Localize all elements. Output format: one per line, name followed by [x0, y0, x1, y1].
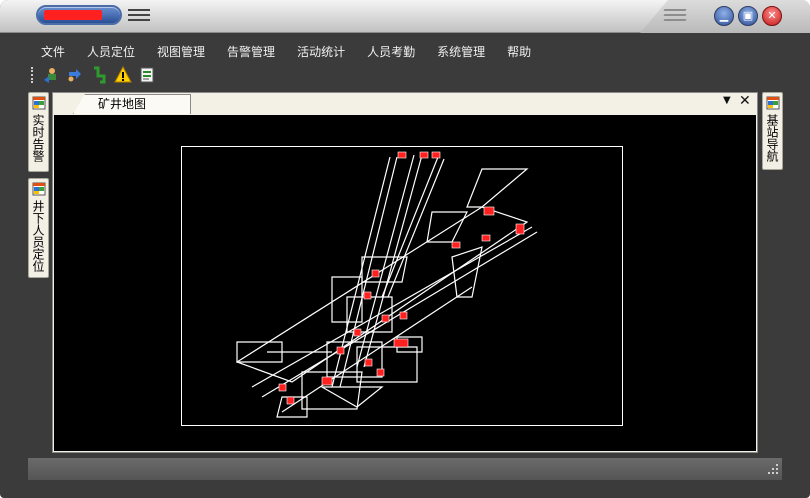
left-dock: 实时告警 井下人员定位	[28, 92, 49, 452]
dock-tab-realtime-alarm[interactable]: 实时告警	[28, 92, 49, 172]
menu-system[interactable]: 系统管理	[424, 40, 494, 62]
tab-mine-map[interactable]: 矿井地图	[73, 94, 191, 114]
close-button[interactable]: ✕	[762, 6, 782, 26]
window-icon	[766, 96, 779, 110]
menu-bar: 文件 人员定位 视图管理 告警管理 活动统计 人员考勤 系统管理 帮助	[28, 40, 540, 62]
title-bar[interactable]: ▁ ▣ ✕	[0, 0, 810, 33]
menu-person-locate[interactable]: 人员定位	[74, 40, 144, 62]
menu-alarm[interactable]: 告警管理	[214, 40, 284, 62]
route-icon[interactable]	[90, 66, 108, 84]
map-frame	[181, 146, 623, 426]
close-icon[interactable]: ✕	[739, 93, 751, 109]
chevron-down-icon[interactable]: ▼	[723, 95, 731, 106]
hamburger-menu-icon[interactable]	[128, 9, 150, 23]
warning-icon[interactable]	[114, 66, 132, 84]
document-area: 矿井地图 ▼ ✕	[52, 92, 758, 453]
swap-icon[interactable]	[66, 66, 84, 84]
dock-tab-label: 基站导航	[765, 114, 779, 162]
person-locate-icon[interactable]	[42, 66, 60, 84]
dock-tab-station-nav[interactable]: 基站导航	[762, 92, 783, 170]
right-dock: 基站导航	[762, 92, 783, 452]
report-icon[interactable]	[138, 66, 156, 84]
menu-stats[interactable]: 活动统计	[284, 40, 354, 62]
map-canvas[interactable]	[54, 115, 756, 451]
redacted-title	[44, 10, 102, 20]
dock-tab-label: 实时告警	[31, 114, 45, 162]
window-icon	[32, 96, 45, 110]
title-grip-icon	[663, 9, 687, 23]
dock-tab-label: 井下人员定位	[31, 200, 45, 272]
maximize-button[interactable]: ▣	[738, 6, 758, 26]
toolbar	[28, 64, 782, 86]
main-window: ▁ ▣ ✕ 文件 人员定位 视图管理 告警管理 活动统计 人员考勤 系统管理 帮…	[0, 0, 810, 498]
menu-help[interactable]: 帮助	[494, 40, 540, 62]
menu-file[interactable]: 文件	[28, 40, 74, 62]
window-icon	[32, 182, 45, 196]
toolbar-grip[interactable]	[31, 67, 34, 83]
menu-view[interactable]: 视图管理	[144, 40, 214, 62]
status-bar	[28, 458, 782, 480]
resize-grip-icon[interactable]	[766, 462, 780, 476]
dock-tab-underground-locate[interactable]: 井下人员定位	[28, 178, 49, 278]
menu-attendance[interactable]: 人员考勤	[354, 40, 424, 62]
mine-map-drawing	[235, 151, 538, 418]
minimize-button[interactable]: ▁	[714, 6, 734, 26]
app-logo-pill	[36, 5, 122, 25]
